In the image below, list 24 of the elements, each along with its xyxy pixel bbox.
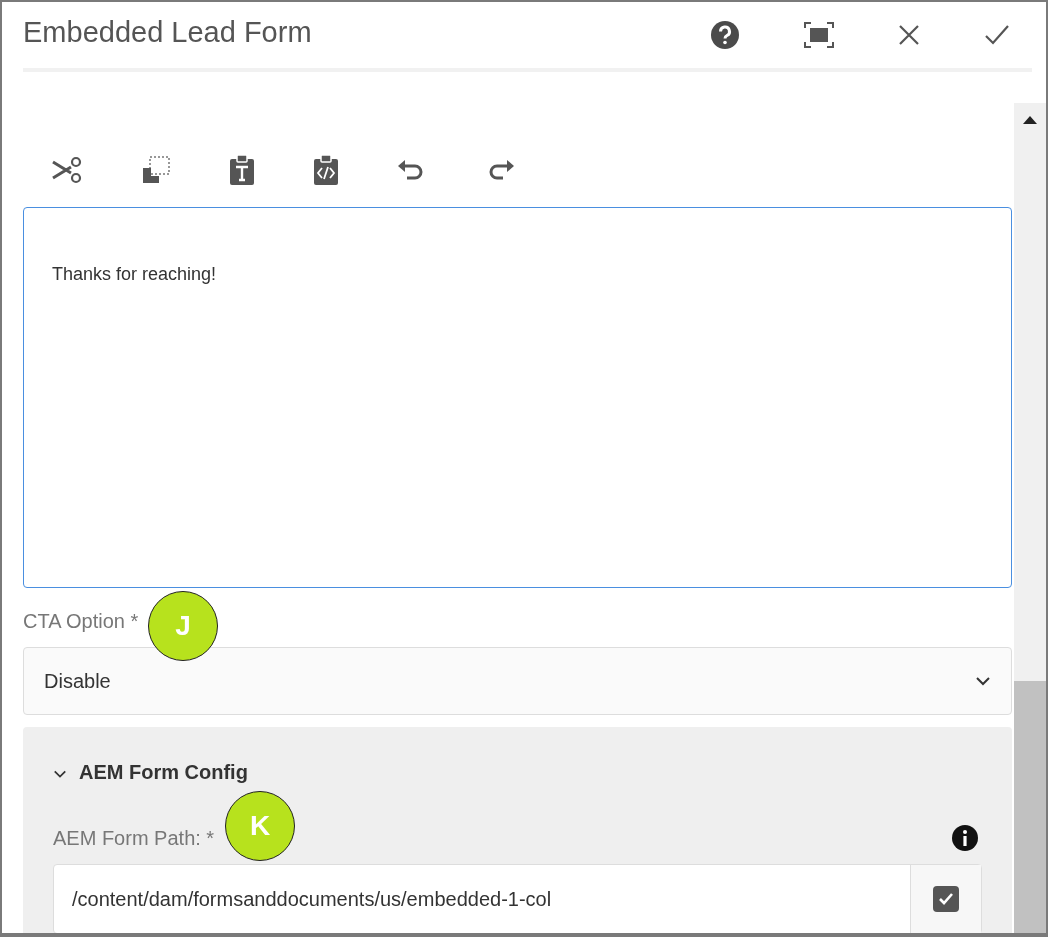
chevron-icon[interactable] xyxy=(53,769,67,779)
scissors-icon[interactable] xyxy=(51,155,83,184)
field-label: CTA Option * xyxy=(23,610,139,633)
scroll-up-icon[interactable] xyxy=(1023,116,1037,124)
callout-marker: J xyxy=(148,591,218,661)
help-icon[interactable] xyxy=(710,20,740,50)
copy-icon[interactable] xyxy=(141,155,171,184)
checkmark-icon xyxy=(938,892,954,906)
chevron-down-icon[interactable] xyxy=(975,676,991,686)
fullscreen-icon[interactable] xyxy=(804,22,834,48)
info-icon[interactable] xyxy=(951,824,979,852)
paste-text-icon[interactable] xyxy=(229,153,255,186)
field-label: AEM Form Path: * xyxy=(53,826,215,850)
rich-text-editor[interactable]: Thanks for reaching! xyxy=(23,207,1012,588)
paste-code-icon[interactable] xyxy=(313,153,339,186)
checkmark-icon[interactable] xyxy=(984,24,1010,46)
editor-text: Thanks for reaching! xyxy=(52,264,217,284)
section-title[interactable]: AEM Form Config xyxy=(79,761,248,784)
scrollbar[interactable] xyxy=(1014,103,1046,933)
dialog-title: Embedded Lead Form xyxy=(23,15,313,49)
close-icon[interactable] xyxy=(898,24,920,46)
scrollbar-thumb[interactable] xyxy=(1014,681,1046,933)
cta-option-dropdown[interactable]: Disable xyxy=(23,647,1012,715)
checkbox[interactable] xyxy=(933,886,959,912)
